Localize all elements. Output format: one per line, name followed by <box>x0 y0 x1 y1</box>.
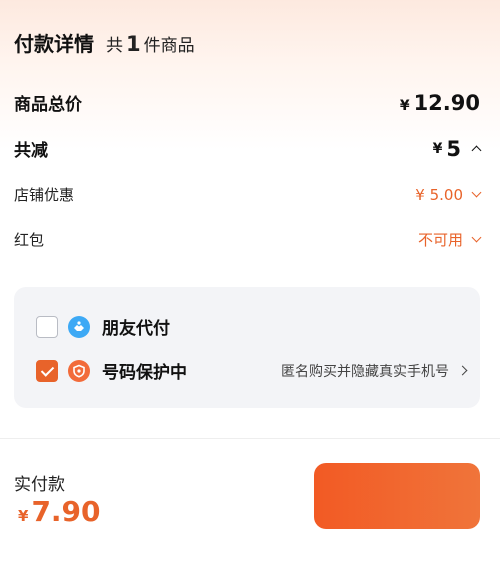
friend-pay-label: 朋友代付 <box>102 319 170 339</box>
chevron-up-icon[interactable] <box>471 145 482 156</box>
handshake-icon <box>68 315 90 338</box>
item-count-number: 1 <box>126 32 141 56</box>
redpacket-select[interactable]: 不可用 <box>417 229 482 250</box>
options-card: 朋友代付 号码保护中 匿名购买并隐藏真实手机号 <box>14 287 480 408</box>
pay-currency: ¥ <box>18 507 29 525</box>
page-title: 付款详情 <box>14 32 94 56</box>
shield-icon <box>68 359 90 382</box>
discount-row[interactable]: 共减 ¥ 5 <box>14 136 482 161</box>
payment-sheet: 付款详情 共 1 件商品 商品总价 ¥ 12.90 共减 ¥ 5 店铺优惠 ¥ … <box>0 0 500 565</box>
footer-divider <box>0 438 500 439</box>
redpacket-row[interactable]: 红包 不可用 <box>14 229 482 250</box>
redpacket-value: 不可用 <box>417 231 463 249</box>
total-price-row: 商品总价 ¥ 12.90 <box>14 90 480 116</box>
chevron-right-icon <box>457 365 468 376</box>
total-price-label: 商品总价 <box>14 95 82 115</box>
shop-discount-label: 店铺优惠 <box>14 186 75 204</box>
privacy-checkbox[interactable] <box>36 359 58 382</box>
total-price-value: 12.90 <box>413 90 480 115</box>
friend-pay-checkbox[interactable] <box>36 315 58 338</box>
payment-header: 付款详情 共 1 件商品 <box>14 28 195 57</box>
item-count-suffix: 件商品 <box>143 36 195 56</box>
total-price-currency: ¥ <box>399 97 410 114</box>
item-count-prefix: 共 <box>106 36 123 56</box>
discount-label: 共减 <box>14 141 48 161</box>
redpacket-label: 红包 <box>14 231 45 249</box>
shop-discount-row[interactable]: 店铺优惠 ¥ 5.00 <box>14 184 482 205</box>
pay-label: 实付款 <box>14 475 65 495</box>
privacy-description[interactable]: 匿名购买并隐藏真实手机号 <box>281 361 468 381</box>
shop-discount-select[interactable]: ¥ 5.00 <box>415 185 482 204</box>
total-price: ¥ 12.90 <box>400 91 480 115</box>
shop-discount-value: ¥ 5.00 <box>415 185 463 204</box>
submit-order-button[interactable] <box>314 463 480 529</box>
chevron-down-icon <box>471 187 482 198</box>
pay-value: 7.90 <box>31 495 101 528</box>
privacy-option[interactable]: 号码保护中 匿名购买并隐藏真实手机号 <box>36 358 468 383</box>
friend-pay-option[interactable]: 朋友代付 <box>36 314 466 339</box>
discount-total[interactable]: ¥ 5 <box>432 136 482 161</box>
privacy-desc-text: 匿名购买并隐藏真实手机号 <box>281 363 449 380</box>
discount-value: 5 <box>446 136 461 161</box>
privacy-label: 号码保护中 <box>102 363 187 383</box>
pay-amount: ¥ 7.90 <box>18 495 101 528</box>
item-count: 共 1 件商品 <box>106 31 195 56</box>
discount-currency: ¥ <box>432 140 443 157</box>
chevron-down-icon <box>471 232 482 243</box>
